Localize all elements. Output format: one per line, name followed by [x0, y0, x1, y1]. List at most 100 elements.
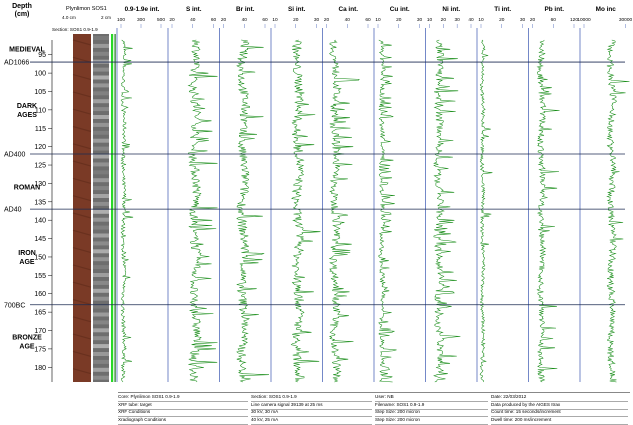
series-line — [120, 39, 134, 383]
track-tick-label: 20 — [169, 17, 175, 23]
period-label: AGE — [19, 344, 35, 351]
metadata-cell: 40 kV, 25 mA — [251, 416, 372, 425]
period-label: MEDIEVAL — [9, 47, 45, 54]
track-title: Br int. — [236, 6, 255, 13]
track-tick-label: 40 — [468, 17, 474, 23]
xray-band — [93, 201, 109, 206]
core-photo — [73, 34, 91, 382]
xray-band — [93, 367, 109, 372]
track-tick-label: 30 — [520, 17, 526, 23]
series-line — [187, 39, 218, 383]
xray-band — [93, 375, 109, 380]
xray-band — [93, 273, 109, 277]
series-line — [378, 39, 397, 383]
metadata-table: Core: Plynlimon SOS1 0.9-1.9 Section: SOS… — [118, 392, 630, 425]
xray-band — [93, 296, 109, 301]
track-tick-label: 300 — [137, 17, 145, 23]
dark-strip — [114, 34, 116, 382]
bright-strip — [111, 34, 114, 382]
depth-tick-label: 120 — [34, 144, 46, 151]
period-label: AGE — [19, 259, 35, 266]
track-tick-label: 20 — [293, 17, 299, 23]
xray-band — [93, 257, 109, 262]
track-title: Ni int. — [442, 6, 460, 13]
core-section: Section: SOS1 0.9-1.9 — [52, 27, 98, 32]
xray-band — [93, 209, 109, 214]
series-line — [433, 39, 461, 383]
metadata-cell: Step Size: 200 micron — [375, 416, 488, 425]
track-tick-label: 10 — [478, 17, 484, 23]
xray-band — [93, 170, 109, 175]
track-tick-label: 30 — [417, 17, 423, 23]
xray-band — [93, 359, 109, 364]
boundary-label: AD1066 — [4, 60, 29, 67]
xray-band — [93, 75, 109, 80]
period-label: BRONZE — [12, 335, 42, 342]
xray-band — [93, 186, 109, 191]
series-line — [606, 39, 630, 383]
depth-header: Depth (cm) Plynlimon SOS1 Section: SOS1 … — [12, 3, 111, 32]
track-title: Mo inc — [596, 6, 617, 13]
boundary-label: AD40 — [4, 207, 22, 214]
series-line — [236, 39, 270, 383]
depth-tick-label: 135 — [34, 199, 46, 206]
depth-tick-label: 175 — [34, 346, 46, 353]
track-tick-label: 30000 — [619, 17, 633, 23]
xray-band — [93, 122, 109, 127]
xray-band — [93, 336, 109, 341]
track-title: Ca int. — [338, 6, 358, 13]
track-tick-label: 20 — [441, 17, 447, 23]
track-title: Si int. — [288, 6, 306, 13]
xray-band — [93, 51, 109, 56]
track-tick-label: 10 — [272, 17, 278, 23]
depth-tick-label: 115 — [35, 126, 46, 133]
series-line — [479, 39, 493, 383]
depth-label: Depth — [12, 3, 32, 10]
xray-band — [93, 91, 109, 96]
xray-band — [93, 43, 109, 48]
xray-band — [93, 352, 109, 356]
core-images — [72, 34, 116, 382]
depth-tick-label: 145 — [34, 236, 46, 243]
xray-band — [93, 115, 109, 119]
xray-band — [93, 280, 109, 285]
series-line — [290, 39, 321, 383]
track-tick-label: 500 — [157, 17, 165, 23]
xray-band — [93, 146, 109, 151]
track-tick-label: 20 — [499, 17, 505, 23]
depth-tick-label: 105 — [34, 89, 46, 96]
depth-tick-label: 125 — [34, 163, 46, 170]
track-title: Cu int. — [390, 6, 410, 13]
core-scale: 4.0 cm — [62, 15, 76, 20]
track-tick-label: 60 — [262, 17, 268, 23]
track-tick-label: 40 — [345, 17, 351, 23]
track-tick-label: 60 — [365, 17, 371, 23]
period-label: IRON — [18, 250, 36, 257]
series-line — [328, 39, 360, 383]
track-tick-label: 40 — [190, 17, 196, 23]
period-label: DARK — [17, 103, 37, 110]
track-tick-label: 60 — [551, 17, 557, 23]
track-tick-label: 10000 — [577, 17, 591, 23]
track-tick-label: 60 — [211, 17, 217, 23]
track-tick-label: 10 — [427, 17, 433, 23]
track-title: Ti int. — [494, 6, 511, 13]
xray-band — [93, 83, 109, 88]
xray-band — [93, 194, 109, 198]
metadata-cell: Xradiograph Conditions — [118, 416, 248, 425]
depth-tick-label: 100 — [34, 71, 46, 78]
track-title: S int. — [186, 6, 202, 13]
series-line — [536, 39, 560, 383]
xray-band — [93, 217, 109, 222]
itrax-core-chart: Depth (cm) Plynlimon SOS1 Section: SOS1 … — [4, 3, 633, 383]
xray-band — [93, 328, 109, 333]
depth-unit: (cm) — [15, 11, 30, 18]
track-title: 0.9-1.9e int. — [125, 6, 160, 13]
xray-band — [93, 36, 109, 40]
track-tick-label: 40 — [242, 17, 248, 23]
xray-band — [93, 130, 109, 135]
period-label: ROMAN — [14, 185, 40, 192]
track-title: Pb int. — [544, 6, 564, 13]
xray-band — [93, 304, 109, 309]
xray-band — [93, 320, 109, 325]
